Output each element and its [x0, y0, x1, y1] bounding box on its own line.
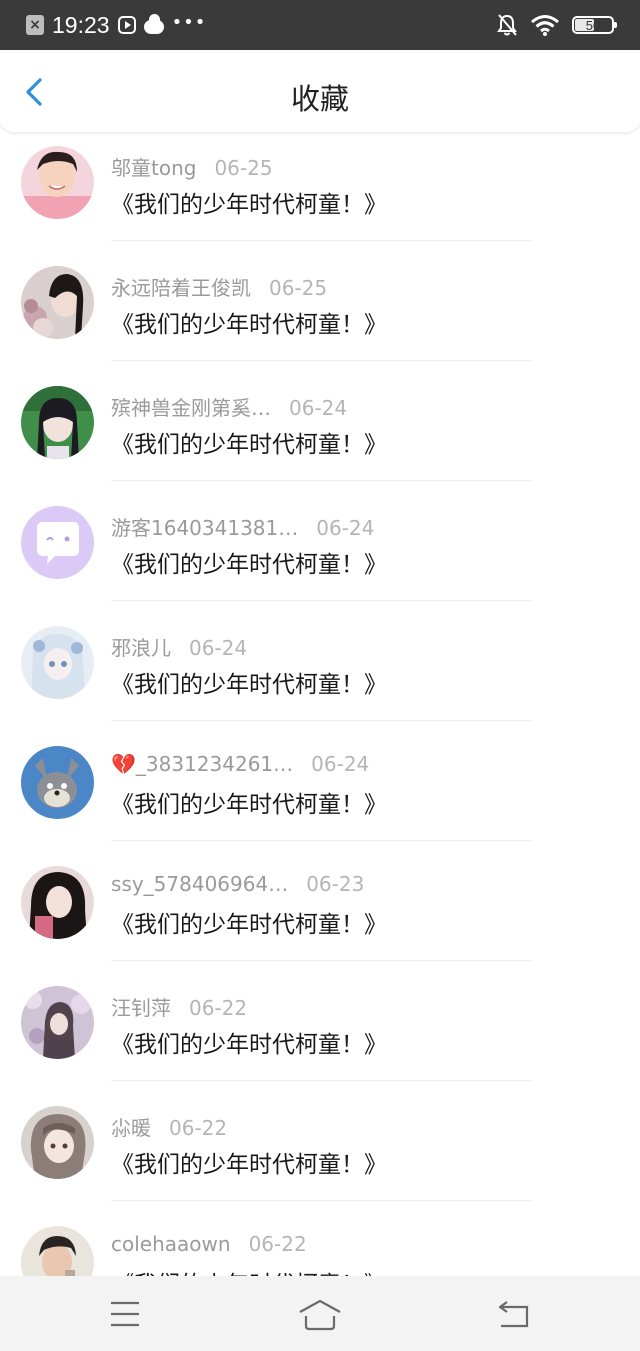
divider: [111, 960, 531, 961]
username: 尛暖: [111, 1116, 151, 1140]
date: 06-25: [269, 276, 328, 300]
avatar[interactable]: [21, 626, 94, 699]
divider: [111, 480, 531, 481]
status-time: 19:23: [52, 11, 110, 38]
item-meta: 💔_3831234261… 06-24: [111, 752, 369, 776]
username: colehaaown: [111, 1232, 231, 1256]
divider: [111, 1200, 531, 1201]
date: 06-24: [316, 516, 375, 540]
list-item[interactable]: 邪浪儿 06-24 《我们的少年时代柯童！》: [0, 612, 640, 732]
username: 游客1640341381…: [111, 516, 299, 540]
cloud-icon: [143, 14, 164, 34]
divider: [111, 240, 531, 241]
item-title: 《我们的少年时代柯童！》: [111, 192, 387, 218]
item-title: 《我们的少年时代柯童！》: [111, 792, 387, 818]
more-dots-icon: •••: [171, 11, 207, 33]
avatar[interactable]: [21, 986, 94, 1059]
username: 邬童tong: [111, 156, 197, 180]
item-meta: 殡神兽金刚第奚… 06-24: [111, 392, 347, 421]
avatar[interactable]: [21, 386, 94, 459]
date: 06-24: [311, 752, 370, 776]
list-item[interactable]: ssy_578406964… 06-23 《我们的少年时代柯童！》: [0, 852, 640, 972]
divider: [111, 840, 531, 841]
list-item[interactable]: 游客1640341381… 06-24 《我们的少年时代柯童！》: [0, 492, 640, 612]
item-meta: ssy_578406964… 06-23: [111, 872, 364, 896]
battery-icon: 50: [572, 16, 617, 34]
avatar[interactable]: [21, 1226, 94, 1276]
status-right: 50: [496, 12, 617, 38]
username: 汪钊萍: [111, 996, 171, 1020]
item-meta: 邬童tong 06-25: [111, 152, 273, 181]
divider: [111, 720, 531, 721]
status-left: × 19:23 •••: [26, 12, 206, 38]
item-title: 《我们的少年时代柯童！》: [111, 1032, 387, 1058]
video-app-icon: [117, 16, 136, 34]
username: 邪浪儿: [111, 636, 171, 660]
item-meta: 邪浪儿 06-24: [111, 632, 247, 661]
username: ssy_578406964…: [111, 872, 289, 896]
item-title: 《我们的少年时代柯童！》: [111, 312, 387, 338]
item-meta: 永远陪着王俊凯 06-25: [111, 272, 327, 301]
divider: [111, 360, 531, 361]
system-back-button[interactable]: [493, 1294, 537, 1334]
divider: [111, 1080, 531, 1081]
menu-icon: [111, 1301, 139, 1327]
date: 06-25: [214, 156, 273, 180]
item-title: 《我们的少年时代柯童！》: [111, 672, 387, 698]
mute-bell-icon: [497, 14, 517, 36]
date: 06-22: [189, 996, 248, 1020]
list-item[interactable]: 汪钊萍 06-22 《我们的少年时代柯童！》: [0, 972, 640, 1092]
date: 06-22: [248, 1232, 307, 1256]
battery-level: 50: [585, 17, 601, 33]
list-item[interactable]: 💔_3831234261… 06-24 《我们的少年时代柯童！》: [0, 732, 640, 852]
list-item[interactable]: 永远陪着王俊凯 06-25 《我们的少年时代柯童！》: [0, 252, 640, 372]
avatar[interactable]: [21, 266, 94, 339]
header: 收藏: [0, 50, 640, 132]
username: 永远陪着王俊凯: [111, 276, 251, 300]
avatar[interactable]: [21, 1106, 94, 1179]
item-title: 《我们的少年时代柯童！》: [111, 552, 387, 578]
date: 06-24: [189, 636, 248, 660]
date: 06-24: [289, 396, 348, 420]
home-button[interactable]: [298, 1294, 342, 1334]
item-meta: colehaaown 06-22: [111, 1232, 307, 1256]
date: 06-23: [306, 872, 365, 896]
page-title: 收藏: [290, 82, 349, 116]
list-item[interactable]: 邬童tong 06-25 《我们的少年时代柯童！》: [0, 132, 640, 252]
item-title: 《我们的少年时代柯童！》: [111, 1152, 387, 1178]
item-title: 《我们的少年时代柯童！》: [111, 912, 387, 938]
avatar[interactable]: [21, 746, 94, 819]
avatar[interactable]: [21, 146, 94, 219]
date: 06-22: [169, 1116, 228, 1140]
item-meta: 尛暖 06-22: [111, 1112, 227, 1141]
avatar[interactable]: [21, 866, 94, 939]
navigation-bar: [0, 1276, 640, 1351]
close-notification-icon: ×: [26, 15, 44, 35]
item-meta: 游客1640341381… 06-24: [111, 512, 374, 541]
status-bar: × 19:23 ••• 50: [0, 0, 640, 50]
list-item[interactable]: 尛暖 06-22 《我们的少年时代柯童！》: [0, 1092, 640, 1212]
divider: [111, 600, 531, 601]
favorites-list: 邬童tong 06-25 《我们的少年时代柯童！》 永远陪着王俊凯 06-25 …: [0, 132, 640, 1276]
avatar[interactable]: [21, 506, 94, 579]
username: 殡神兽金刚第奚…: [111, 396, 271, 420]
item-title: 《我们的少年时代柯童！》: [111, 432, 387, 458]
wifi-icon: [531, 15, 559, 36]
home-icon: [299, 1299, 341, 1331]
item-title: 《我们的少年时代柯童！》: [111, 1265, 387, 1276]
menu-button[interactable]: [103, 1294, 147, 1334]
item-meta: 汪钊萍 06-22: [111, 992, 247, 1021]
back-icon: [498, 1301, 529, 1328]
list-item[interactable]: colehaaown 06-22 《我们的少年时代柯童！》: [0, 1212, 640, 1276]
list-item[interactable]: 殡神兽金刚第奚… 06-24 《我们的少年时代柯童！》: [0, 372, 640, 492]
username: 💔_3831234261…: [111, 752, 294, 776]
